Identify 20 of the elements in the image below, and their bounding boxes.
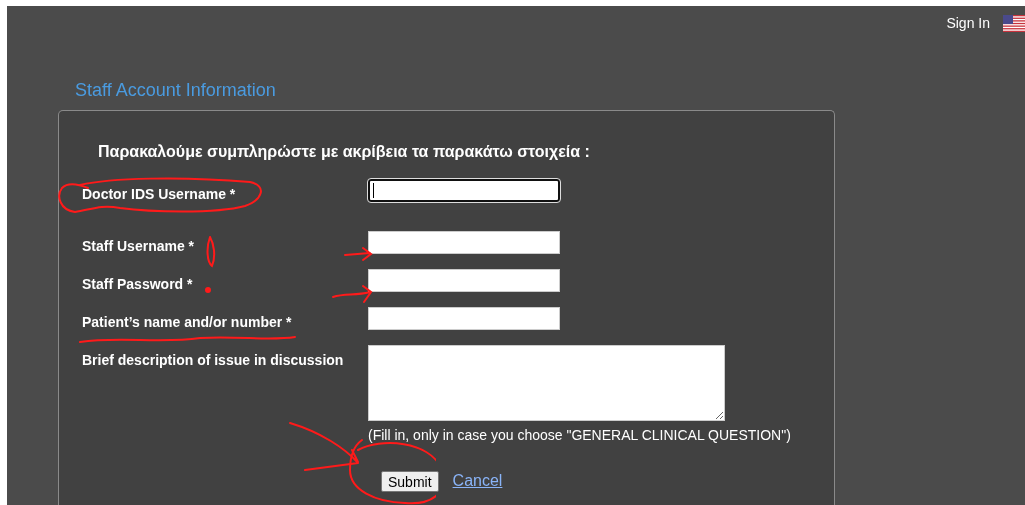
text-cursor-icon <box>373 183 374 198</box>
field-label: Patient’s name and/or number * <box>82 314 292 330</box>
hint-text: (Fill in, only in case you choose "GENERAL CLINICAL QUESTION") <box>368 427 791 443</box>
field-label: Staff Username * <box>82 238 195 254</box>
hand-drawn-arrow <box>332 285 372 303</box>
hand-drawn-dot <box>205 287 211 293</box>
input-field[interactable] <box>368 179 560 202</box>
cancel-link[interactable]: Cancel <box>452 469 503 493</box>
hand-drawn-arrows <box>289 422 359 471</box>
field-label: Brief description of issue in discussion <box>82 352 344 368</box>
submit-button[interactable]: Submit <box>381 470 439 492</box>
sign-in-link[interactable]: Sign In <box>946 12 990 34</box>
hand-drawn-stroke <box>206 236 216 267</box>
field-label: Staff Password * <box>82 276 193 292</box>
form-heading: Παρακαλούμε συμπληρώστε με ακρίβεια τα παρακάτω στοιχεία : <box>98 142 590 162</box>
section-title: Staff Account Information <box>75 78 276 102</box>
flag-icon <box>1003 14 1025 32</box>
hand-drawn-arrow <box>344 247 373 261</box>
field-label: Doctor IDS Username * <box>82 186 236 202</box>
description-field[interactable] <box>368 345 725 421</box>
